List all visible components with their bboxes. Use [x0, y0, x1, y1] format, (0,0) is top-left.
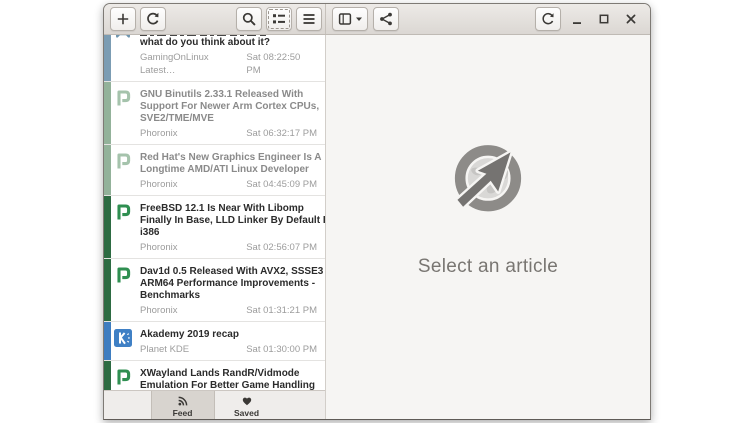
window-body: what do you think about it? GamingOnLinu…	[104, 35, 650, 419]
feed-color-stripe	[104, 35, 111, 81]
sync-status-button[interactable]	[535, 7, 561, 31]
refresh-button[interactable]	[140, 7, 166, 31]
feed-favicon	[114, 368, 132, 386]
article-title-line: Benchmarks	[140, 290, 317, 302]
article-title-line: Dav1d 0.5 Released With AVX2, SSSE3 &	[140, 266, 317, 278]
article-list[interactable]: what do you think about it? GamingOnLinu…	[104, 35, 325, 390]
article-title-line: GNU Binutils 2.33.1 Released With	[140, 89, 317, 101]
article-title: Dav1d 0.5 Released With AVX2, SSSE3 &ARM…	[140, 266, 317, 302]
article-view-icon	[337, 11, 353, 27]
tab-feed[interactable]: Feed	[151, 391, 215, 419]
menu-icon	[301, 11, 317, 27]
tab-saved-label: Saved	[234, 408, 259, 418]
article-timestamp: Sat 02:56:07 PM	[246, 241, 317, 254]
maximize-button[interactable]	[593, 7, 615, 31]
feed-color-stripe	[104, 196, 111, 258]
article-title-line: i386	[140, 227, 317, 239]
chevron-down-icon	[355, 16, 363, 22]
article-title-line: FreeBSD 12.1 Is Near With Libomp	[140, 203, 317, 215]
feed-favicon	[114, 89, 132, 107]
article-timestamp: Sat 01:31:21 PM	[246, 304, 317, 317]
share-button[interactable]	[373, 7, 399, 31]
article-row[interactable]: Dav1d 0.5 Released With AVX2, SSSE3 &ARM…	[104, 259, 325, 322]
article-content-pane: Select an article	[326, 35, 650, 419]
maximize-icon	[596, 11, 612, 27]
article-title-line: ARM64 Performance Improvements -	[140, 278, 317, 290]
feed-favicon	[114, 203, 132, 221]
article-timestamp: Sat 08:22:50 PM	[246, 51, 317, 77]
refresh-icon	[145, 11, 161, 27]
list-view-toggle-button[interactable]	[266, 7, 292, 31]
list-mode-tab-bar: Feed Saved	[104, 390, 325, 419]
sync-icon	[540, 11, 556, 27]
article-title: Akademy 2019 recap	[140, 329, 317, 341]
article-title: GNU Binutils 2.33.1 Released WithSupport…	[140, 89, 317, 125]
article-title-line: Red Hat's New Graphics Engineer Is A	[140, 152, 317, 164]
article-title: XWayland Lands RandR/VidmodeEmulation Fo…	[140, 368, 317, 390]
article-title-line: XWayland Lands RandR/Vidmode	[140, 368, 317, 380]
article-title: FreeBSD 12.1 Is Near With LibompFinally …	[140, 203, 317, 239]
rss-icon	[177, 395, 189, 407]
headerbar-content-section	[326, 4, 650, 34]
article-title: what do you think about it?	[140, 35, 317, 49]
feed-color-stripe	[104, 322, 111, 360]
article-title-line: Finally In Base, LLD Linker By Default F…	[140, 215, 317, 227]
plus-icon	[115, 11, 131, 27]
article-title-line: what do you think about it?	[140, 37, 317, 49]
article-title-line: Akademy 2019 recap	[140, 329, 317, 341]
search-icon	[241, 11, 257, 27]
article-row[interactable]: Red Hat's New Graphics Engineer Is ALong…	[104, 145, 325, 196]
feed-favicon	[114, 329, 132, 347]
article-view-dropdown-button[interactable]	[332, 7, 368, 31]
tab-feed-label: Feed	[173, 408, 193, 418]
article-feed-name: Phoronix	[140, 178, 178, 191]
article-timestamp: Sat 06:32:17 PM	[246, 127, 317, 140]
article-timestamp: Sat 01:30:00 PM	[246, 343, 317, 356]
feed-color-stripe	[104, 82, 111, 144]
list-view-icon	[271, 11, 287, 27]
feed-color-stripe	[104, 361, 111, 390]
feed-favicon	[114, 266, 132, 284]
close-button[interactable]	[620, 7, 642, 31]
clipped-title-fragment	[140, 35, 317, 37]
article-title: Red Hat's New Graphics Engineer Is ALong…	[140, 152, 317, 176]
article-title-line: Support For Newer Arm Cortex CPUs,	[140, 101, 317, 113]
headerbar	[104, 4, 650, 35]
feed-favicon	[114, 152, 132, 170]
minimize-icon	[569, 11, 585, 27]
article-feed-name: Phoronix	[140, 304, 178, 317]
article-title-line: Emulation For Better Game Handling	[140, 380, 317, 390]
feed-favicon	[114, 35, 132, 43]
feed-color-stripe	[104, 145, 111, 195]
article-title-line: Longtime AMD/ATI Linux Developer	[140, 164, 317, 176]
headerbar-list-section	[104, 4, 326, 34]
article-feed-name: Phoronix	[140, 127, 178, 140]
article-row[interactable]: FreeBSD 12.1 Is Near With LibompFinally …	[104, 196, 325, 259]
article-row[interactable]: XWayland Lands RandR/VidmodeEmulation Fo…	[104, 361, 325, 390]
feed-color-stripe	[104, 259, 111, 321]
article-feed-name: Phoronix	[140, 241, 178, 254]
article-feed-name: Planet KDE	[140, 343, 189, 356]
menu-button[interactable]	[296, 7, 322, 31]
article-list-pane: what do you think about it? GamingOnLinu…	[104, 35, 326, 419]
share-icon	[378, 11, 394, 27]
close-icon	[623, 11, 639, 27]
feedreader-window: what do you think about it? GamingOnLinu…	[103, 3, 651, 420]
search-button[interactable]	[236, 7, 262, 31]
article-row[interactable]: GNU Binutils 2.33.1 Released WithSupport…	[104, 82, 325, 145]
add-feed-button[interactable]	[110, 7, 136, 31]
minimize-button[interactable]	[566, 7, 588, 31]
article-feed-name: GamingOnLinux Latest…	[140, 51, 246, 77]
article-timestamp: Sat 04:45:09 PM	[246, 178, 317, 191]
feedreader-globe-cursor-logo	[440, 136, 536, 232]
placeholder-text: Select an article	[418, 256, 558, 278]
heart-icon	[241, 395, 253, 407]
article-row[interactable]: what do you think about it? GamingOnLinu…	[104, 35, 325, 82]
article-title-line: SVE2/TME/MVE	[140, 113, 317, 125]
tab-saved[interactable]: Saved	[215, 391, 279, 419]
article-row[interactable]: Akademy 2019 recap Planet KDE Sat 01:30:…	[104, 322, 325, 361]
